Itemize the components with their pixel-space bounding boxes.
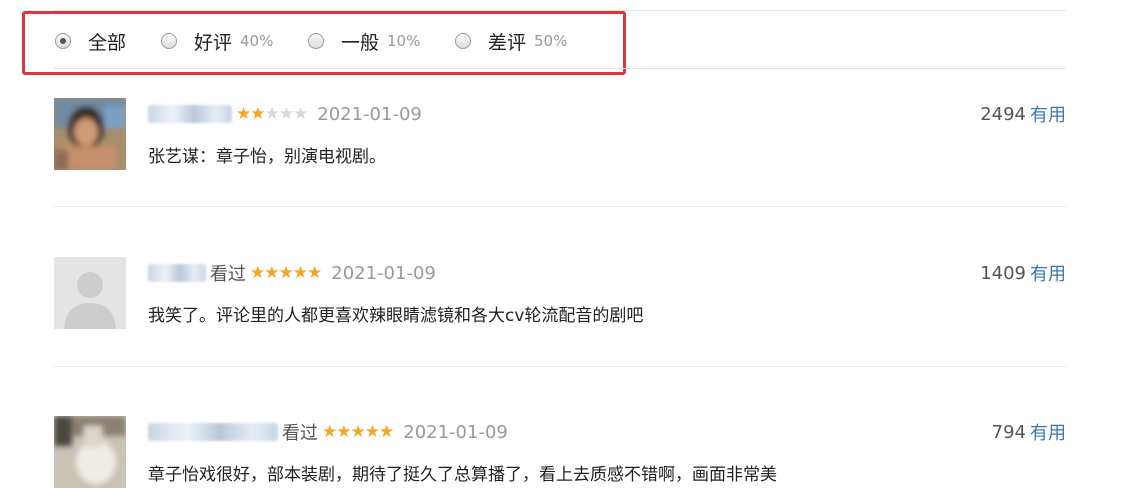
- username[interactable]: [148, 264, 206, 282]
- username[interactable]: [148, 105, 232, 123]
- star-icon: ★: [292, 263, 308, 283]
- avatar[interactable]: [54, 416, 126, 488]
- avatar[interactable]: [54, 257, 126, 329]
- review-meta: 看过 ★★★★★ 2021-01-09: [148, 420, 508, 444]
- star-icon: ★: [307, 263, 322, 283]
- useful-button[interactable]: 有用: [1030, 419, 1066, 445]
- avatar-image: [54, 98, 126, 170]
- review-meta: ★★★★★ 2021-01-09: [148, 102, 422, 126]
- filter-option-percent: 40%: [240, 32, 274, 50]
- star-icon: ★: [350, 422, 366, 442]
- watch-status: 看过: [282, 423, 318, 444]
- useful-count: 2494: [980, 103, 1026, 125]
- filter-option-label: 全部: [88, 31, 127, 54]
- avatar-image: [54, 416, 126, 488]
- useful-button[interactable]: 有用: [1030, 260, 1066, 286]
- filter-option-neutral[interactable]: 一般 10%: [308, 29, 421, 54]
- filter-option-label: 差评: [488, 31, 527, 54]
- filter-option-negative[interactable]: 差评 50%: [455, 29, 568, 54]
- review-date: 2021-01-09: [331, 262, 436, 284]
- filter-option-positive[interactable]: 好评 40%: [161, 29, 274, 54]
- star-icon: ★: [322, 422, 337, 442]
- star-icon: ★: [278, 104, 294, 124]
- avatar[interactable]: [54, 98, 126, 170]
- star-icon: ★: [364, 422, 380, 442]
- filter-divider: [54, 68, 1066, 69]
- star-icon: ★: [264, 104, 280, 124]
- star-icon: ★: [264, 263, 279, 283]
- star-icon: ★: [250, 104, 265, 124]
- filter-option-percent: 10%: [387, 32, 421, 50]
- review-meta: 看过 ★★★★★ 2021-01-09: [148, 261, 436, 285]
- review-date: 2021-01-09: [403, 421, 508, 443]
- rating-stars: ★★★★★: [322, 422, 394, 442]
- useful-button[interactable]: 有用: [1030, 101, 1066, 127]
- star-icon: ★: [250, 263, 265, 283]
- filter-option-percent: 50%: [534, 32, 568, 50]
- radio-icon[interactable]: [308, 33, 324, 49]
- username[interactable]: [148, 423, 278, 441]
- useful-count: 1409: [980, 262, 1026, 284]
- filter-option-all[interactable]: 全部: [55, 29, 127, 54]
- star-icon: ★: [336, 422, 351, 442]
- watch-status: 看过: [210, 264, 246, 285]
- radio-icon[interactable]: [161, 33, 177, 49]
- review-text: 张艺谋：章子怡，别演电视剧。: [148, 147, 386, 167]
- radio-icon[interactable]: [455, 33, 471, 49]
- review-divider: [54, 206, 1066, 207]
- review-text: 章子怡戏很好，部本装剧，期待了挺久了总算播了，看上去质感不错啊，画面非常美: [148, 465, 777, 485]
- useful-vote: 2494 有用: [980, 101, 1066, 127]
- filter-option-label: 一般: [341, 31, 380, 54]
- filter-option-label: 好评: [194, 31, 233, 54]
- radio-icon[interactable]: [55, 33, 71, 49]
- review-text: 我笑了。评论里的人都更喜欢辣眼睛滤镜和各大cv轮流配音的剧吧: [148, 306, 644, 326]
- star-icon: ★: [278, 263, 294, 283]
- star-icon: ★: [379, 422, 394, 442]
- default-avatar-icon: [54, 257, 126, 329]
- useful-vote: 1409 有用: [980, 260, 1066, 286]
- review-divider: [54, 366, 1066, 367]
- star-icon: ★: [293, 104, 308, 124]
- star-icon: ★: [236, 104, 251, 124]
- useful-count: 794: [991, 421, 1026, 443]
- rating-stars: ★★★★★: [250, 263, 322, 283]
- useful-vote: 794 有用: [991, 419, 1066, 445]
- review-date: 2021-01-09: [317, 103, 422, 125]
- rating-stars: ★★★★★: [236, 104, 308, 124]
